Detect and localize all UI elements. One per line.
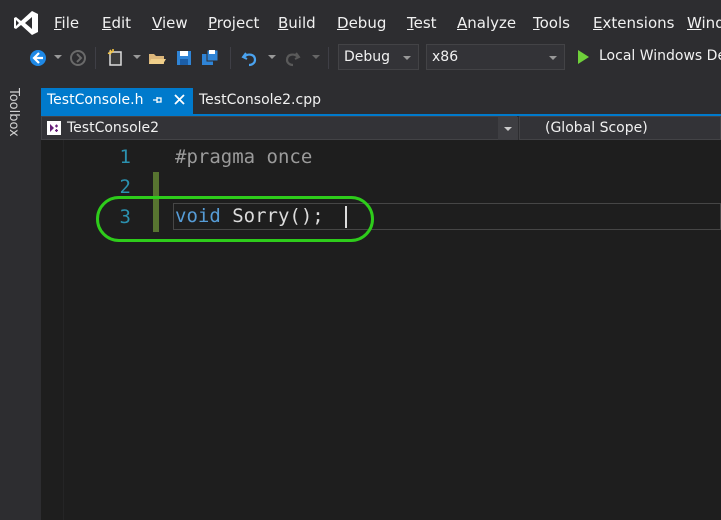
menu-test[interactable]: Test — [407, 14, 437, 32]
menu-view[interactable]: View — [152, 14, 188, 32]
menu-extensions[interactable]: Extensions — [593, 14, 674, 32]
navigation-bar: TestConsole2 (Global Scope) — [41, 116, 721, 141]
code-editor[interactable]: 1 2 3 #pragma once void Sorry(); — [41, 140, 721, 520]
toolbox-strip — [0, 72, 40, 520]
tab-label: TestConsole2.cpp — [199, 92, 321, 108]
undo-icon[interactable] — [240, 48, 260, 68]
chevron-down-icon — [403, 56, 411, 60]
toolbar-separator — [95, 47, 96, 69]
open-folder-icon[interactable] — [147, 48, 167, 68]
line-number: 2 — [119, 176, 131, 198]
tab-testconsole-h[interactable]: TestConsole.h — [41, 88, 193, 114]
scope-select[interactable]: (Global Scope) — [519, 116, 721, 140]
chevron-down-icon — [504, 127, 512, 131]
start-debugging-button[interactable]: Local Windows De — [572, 44, 721, 70]
menu-project[interactable]: Project — [208, 14, 259, 32]
menu-bar: File Edit View Project Build Debug Test … — [0, 0, 721, 44]
start-debugging-label: Local Windows De — [599, 48, 721, 64]
platform-value: x86 — [432, 49, 459, 65]
start-icon — [578, 50, 589, 64]
line-number: 1 — [119, 146, 131, 168]
menu-window[interactable]: Wind — [687, 14, 721, 32]
platform-select[interactable]: x86 — [426, 44, 565, 70]
back-icon[interactable] — [28, 48, 48, 68]
menu-debug[interactable]: Debug — [337, 14, 386, 32]
save-all-icon[interactable] — [200, 48, 220, 68]
tab-label: TestConsole.h — [47, 92, 144, 108]
new-dropdown-arrow[interactable] — [133, 55, 141, 59]
menu-analyze[interactable]: Analyze — [457, 14, 516, 32]
standard-toolbar: Debug x86 Local Windows De — [0, 44, 721, 72]
back-dropdown-arrow[interactable] — [54, 55, 62, 59]
toolbar-separator — [230, 47, 231, 69]
project-value: TestConsole2 — [67, 120, 160, 136]
menu-tools[interactable]: Tools — [533, 14, 570, 32]
vs-logo-icon — [14, 11, 38, 35]
configuration-select[interactable]: Debug — [338, 44, 419, 70]
menu-build[interactable]: Build — [278, 14, 316, 32]
menu-file[interactable]: File — [54, 14, 79, 32]
configuration-value: Debug — [344, 49, 391, 65]
pin-icon[interactable] — [151, 94, 163, 106]
toolbar-separator — [328, 47, 329, 69]
code-line: #pragma once — [175, 146, 313, 168]
indicator-margin — [41, 140, 64, 520]
redo-icon[interactable] — [282, 48, 302, 68]
scope-value: (Global Scope) — [545, 120, 648, 136]
project-icon — [47, 121, 61, 135]
chevron-down-icon — [549, 56, 557, 60]
redo-dropdown-arrow[interactable] — [312, 55, 320, 59]
toolbox-tab[interactable]: Toolbox — [6, 88, 21, 137]
undo-dropdown-arrow[interactable] — [268, 55, 276, 59]
new-project-icon[interactable] — [106, 48, 126, 68]
project-dropdown-button[interactable] — [498, 117, 518, 141]
project-select[interactable]: TestConsole2 — [41, 116, 518, 141]
close-icon[interactable] — [173, 93, 186, 106]
tab-testconsole2-cpp[interactable]: TestConsole2.cpp — [193, 88, 323, 114]
forward-icon[interactable] — [68, 48, 88, 68]
menu-edit[interactable]: Edit — [102, 14, 131, 32]
highlight-annotation-ellipse — [96, 196, 374, 242]
save-icon[interactable] — [174, 48, 194, 68]
